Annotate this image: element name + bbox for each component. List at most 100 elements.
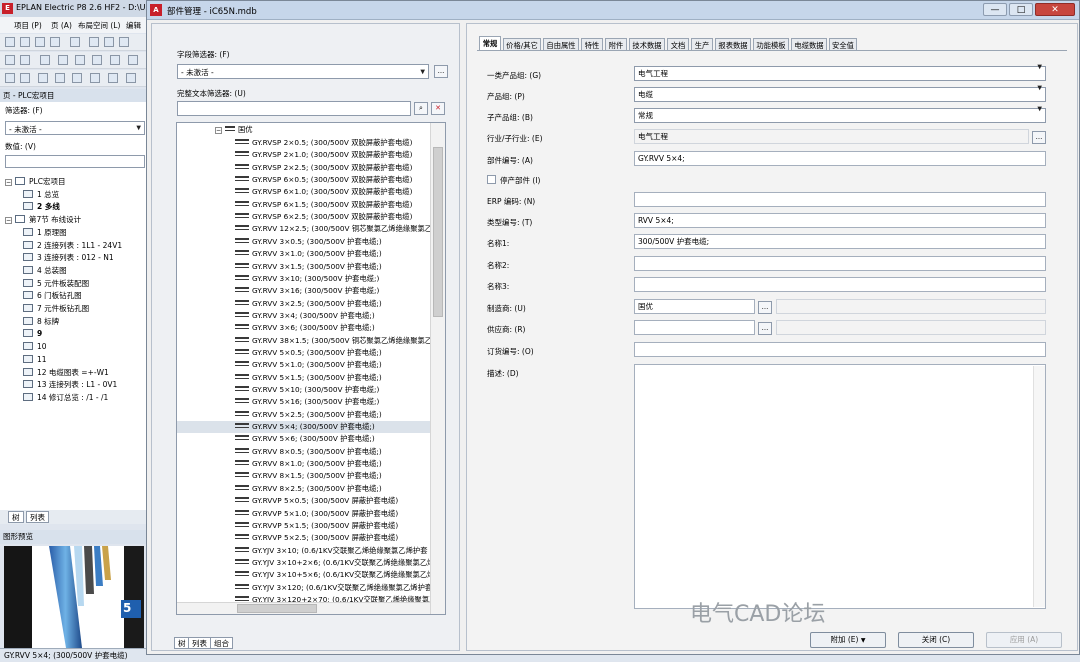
pages-tree-item[interactable]: 2 连接列表 : 1L1 - 24V1 — [23, 240, 122, 252]
discontinued-checkbox[interactable] — [487, 175, 496, 184]
sub-product-group-select[interactable]: 常规 ▼ — [634, 106, 1046, 123]
manufacturer-input[interactable]: 国优 — [634, 299, 755, 314]
tab-list[interactable]: 列表 — [26, 511, 49, 523]
part-tree-item[interactable]: GY.RVV 8×2.5; (300/500V 护套电缆;) — [177, 483, 431, 495]
close-button[interactable]: 关闭 (C) — [898, 632, 974, 648]
part-tree-item[interactable]: GY.RVV 5×1.5; (300/500V 护套电缆;) — [177, 372, 431, 384]
value-input[interactable] — [5, 155, 145, 168]
new-icon[interactable] — [5, 37, 15, 47]
pages-tree-item[interactable]: 12 电缆图表 =+-W1 — [23, 367, 109, 379]
grid-icon[interactable] — [5, 55, 15, 65]
wrench-icon[interactable] — [70, 37, 80, 47]
part-tree-item[interactable]: GY.RVV 5×6; (300/500V 护套电缆;) — [177, 433, 431, 445]
text-icon[interactable] — [126, 73, 136, 83]
part-tree-item[interactable]: GY.RVV 5×2.5; (300/500V 护套电缆;) — [177, 409, 431, 421]
manufacturer-more-button[interactable]: ... — [758, 301, 772, 314]
supplier-input[interactable] — [634, 320, 755, 335]
order-number-input[interactable] — [634, 342, 1046, 357]
field-filter-more-button[interactable]: ... — [434, 65, 448, 78]
part-tree-item[interactable]: GY.YJV 3×10+2×6; (0.6/1KV交联聚乙烯绝缘聚氯乙烯 — [177, 557, 431, 569]
part-tree-item[interactable]: GY.RVVP 5×2.5; (300/500V 屏蔽护套电缆) — [177, 532, 431, 544]
pages-tree-item[interactable]: 4 总装图 — [23, 265, 67, 277]
pages-tree-item[interactable]: 5 元件板装配图 — [23, 278, 89, 290]
tree-horizontal-scrollbar[interactable] — [177, 602, 430, 614]
page-icon[interactable] — [20, 55, 30, 65]
part-tree-item[interactable]: GY.RVSP 6×2.5; (300/500V 双胶屏蔽护套电缆) — [177, 211, 431, 223]
collapse-icon[interactable]: − — [5, 217, 12, 225]
name3-input[interactable] — [634, 277, 1046, 292]
part-tree-item[interactable]: GY.RVV 8×1.5; (300/500V 护套电缆;) — [177, 470, 431, 482]
part-tree-item[interactable]: GY.RVSP 2×0.5; (300/500V 双胶屏蔽护套电缆) — [177, 137, 431, 149]
pages-tree-item[interactable]: − 第7节 布线设计 — [5, 214, 81, 226]
name2-input[interactable] — [634, 256, 1046, 271]
symbol-icon[interactable] — [20, 73, 30, 83]
apply-button[interactable]: 应用 (A) — [986, 632, 1062, 648]
part-tree-item[interactable]: GY.YJV 3×10; (0.6/1KV交联聚乙烯绝缘聚氯乙烯护套 — [177, 545, 431, 557]
supplier-more-button[interactable]: ... — [758, 322, 772, 335]
part-tree-item[interactable]: GY.RVVP 5×1.5; (300/500V 屏蔽护套电缆) — [177, 520, 431, 532]
part-tree-item[interactable]: GY.RVV 3×1.5; (300/500V 护套电缆;) — [177, 261, 431, 273]
table-icon[interactable] — [92, 55, 102, 65]
macro-icon[interactable] — [40, 55, 50, 65]
part-tree-item[interactable]: GY.RVVP 5×1.0; (300/500V 屏蔽护套电缆) — [177, 508, 431, 520]
part-tree-item[interactable]: GY.RVV 5×16; (300/500V 护套电缆;) — [177, 396, 431, 408]
product-group-select[interactable]: 电缆 ▼ — [634, 85, 1046, 102]
menu-edit[interactable]: 编辑 — [126, 20, 141, 31]
chart-icon[interactable] — [110, 55, 120, 65]
close-window-button[interactable]: ✕ — [1035, 3, 1075, 16]
part-tree-item[interactable]: GY.RVV 3×16; (300/500V 护套电缆;) — [177, 285, 431, 297]
tree-vertical-scrollbar[interactable] — [430, 123, 445, 614]
list-icon[interactable] — [75, 55, 85, 65]
text-filter-input[interactable] — [177, 101, 411, 116]
menu-layout-space[interactable]: 布局空间 (L) — [78, 20, 120, 31]
pages-tree-item[interactable]: 6 门板钻孔图 — [23, 290, 82, 302]
plc-icon[interactable] — [55, 73, 65, 83]
part-tree-item[interactable]: GY.YJV 3×120; (0.6/1KV交联聚乙烯绝缘聚氯乙烯护套 — [177, 582, 431, 594]
part-tree-item[interactable]: GY.RVV 3×2.5; (300/500V 护套电缆;) — [177, 298, 431, 310]
product-top-group-select[interactable]: 电气工程 ▼ — [634, 64, 1046, 81]
part-tree-item[interactable]: GY.RVV 5×1.0; (300/500V 护套电缆;) — [177, 359, 431, 371]
pages-tree-item[interactable]: 9 — [23, 328, 42, 340]
cut-icon[interactable] — [89, 37, 99, 47]
pages-tree-item[interactable]: 1 总览 — [23, 189, 59, 201]
part-tree-item[interactable]: GY.RVSP 2×1.0; (300/500V 双胶屏蔽护套电缆) — [177, 149, 431, 161]
tab-combined[interactable]: 组合 — [210, 637, 233, 649]
part-tree-item[interactable]: GY.RVSP 6×1.0; (300/500V 双胶屏蔽护套电缆) — [177, 186, 431, 198]
minimize-button[interactable]: — — [983, 3, 1007, 16]
save-icon[interactable] — [50, 37, 60, 47]
pages-tree-item[interactable]: 7 元件板钻孔图 — [23, 303, 89, 315]
paste-icon[interactable] — [119, 37, 129, 47]
part-tree-item[interactable]: GY.RVV 5×0.5; (300/500V 护套电缆;) — [177, 347, 431, 359]
pages-tree-item[interactable]: 3 连接列表 : 012 - N1 — [23, 252, 114, 264]
terminal-icon[interactable] — [38, 73, 48, 83]
tab-list[interactable]: 列表 — [188, 637, 211, 649]
part-tree-item[interactable]: GY.RVV 38×1.5; (300/500V 铜芯聚氯乙烯绝缘聚氯乙 — [177, 335, 431, 347]
part-number-input[interactable]: GY.RVV 5×4; — [634, 151, 1046, 166]
clear-filter-icon[interactable]: ✕ — [431, 102, 445, 115]
arrow-icon[interactable] — [58, 55, 68, 65]
part-tree-item[interactable]: GY.RVV 3×1.0; (300/500V 护套电缆;) — [177, 248, 431, 260]
part-tree-item[interactable]: GY.RVSP 2×2.5; (300/500V 双胶屏蔽护套电缆) — [177, 162, 431, 174]
part-tree-item[interactable]: GY.RVV 5×4; (300/500V 护套电缆;) — [177, 421, 431, 434]
select-icon[interactable] — [5, 73, 15, 83]
description-textarea[interactable] — [634, 364, 1046, 609]
pages-tree-item[interactable]: 14 修订总览 : /1 - /1 — [23, 392, 108, 404]
part-tree-item[interactable]: GY.RVVP 5×0.5; (300/500V 屏蔽护套电缆) — [177, 495, 431, 507]
erp-input[interactable] — [634, 192, 1046, 207]
pages-tree-item[interactable]: 8 标牌 — [23, 316, 59, 328]
part-tree-item[interactable]: GY.RVV 8×0.5; (300/500V 护套电缆;) — [177, 446, 431, 458]
tab-tree[interactable]: 树 — [8, 511, 24, 523]
pages-tree-item[interactable]: 11 — [23, 354, 47, 366]
pages-tree-item[interactable]: 1 原理图 — [23, 227, 67, 239]
part-tree-item[interactable]: GY.RVV 3×4; (300/500V 护套电缆;) — [177, 310, 431, 322]
part-tree-item[interactable]: GY.RVV 8×1.0; (300/500V 护套电缆;) — [177, 458, 431, 470]
binoculars-icon[interactable]: ⌕ — [414, 102, 428, 115]
scrollbar-thumb[interactable] — [237, 604, 317, 613]
part-tree-item[interactable]: GY.YJV 3×10+5×6; (0.6/1KV交联聚乙烯绝缘聚氯乙烯 — [177, 569, 431, 581]
tab-0[interactable]: 常规 — [479, 36, 501, 51]
description-scrollbar[interactable] — [1033, 366, 1045, 607]
name1-input[interactable]: 300/500V 护套电缆; — [634, 234, 1046, 249]
menu-project[interactable]: 项目 (P) — [14, 20, 42, 31]
part-tree-item[interactable]: GY.RVSP 6×0.5; (300/500V 双胶屏蔽护套电缆) — [177, 174, 431, 186]
part-tree-item[interactable]: GY.RVSP 6×1.5; (300/500V 双胶屏蔽护套电缆) — [177, 199, 431, 211]
